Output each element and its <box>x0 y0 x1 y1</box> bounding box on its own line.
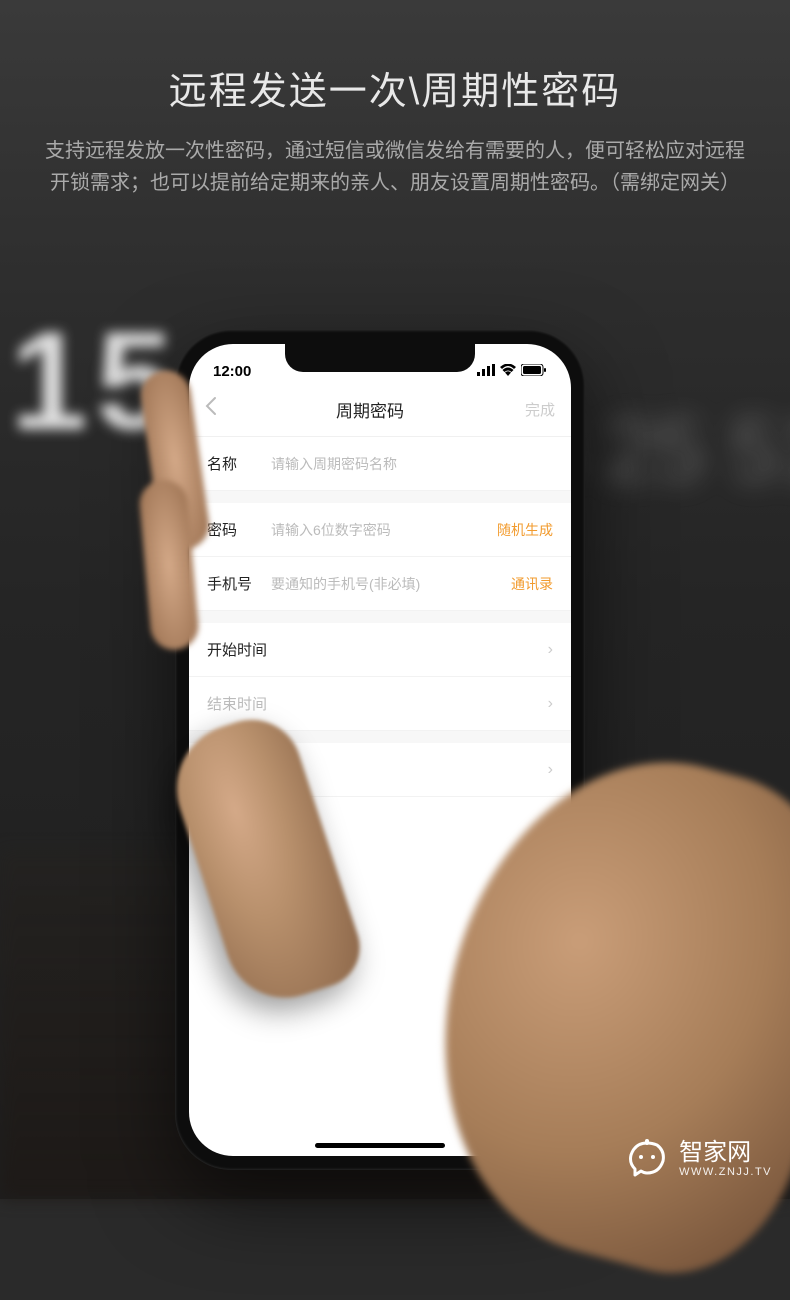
hero-description: 支持远程发放一次性密码，通过短信或微信发给有需要的人，便可轻松应对远程开锁需求；… <box>40 135 750 199</box>
password-input[interactable]: 请输入6位数字密码 <box>271 520 497 540</box>
watermark-text: 智家网 WWW.ZNJJ.TV <box>679 1140 772 1178</box>
start-time-row[interactable]: 开始时间 › <box>189 623 571 677</box>
section-gap <box>189 611 571 623</box>
name-label: 名称 <box>207 453 271 474</box>
watermark-logo-icon <box>625 1137 669 1181</box>
section-gap <box>189 491 571 503</box>
phone-notch <box>285 344 475 372</box>
hero-title: 远程发送一次\周期性密码 <box>0 60 790 115</box>
nav-title: 周期密码 <box>225 397 515 422</box>
password-row[interactable]: 密码 请输入6位数字密码 随机生成 <box>189 503 571 557</box>
watermark-name: 智家网 <box>679 1140 772 1166</box>
chevron-right-icon: › <box>548 761 553 779</box>
signal-icon <box>477 363 495 380</box>
phone-row[interactable]: 手机号 要通知的手机号(非必填) 通讯录 <box>189 557 571 611</box>
watermark: 智家网 WWW.ZNJJ.TV <box>625 1137 772 1181</box>
back-button[interactable] <box>205 396 225 422</box>
name-input[interactable]: 请输入周期密码名称 <box>271 454 553 474</box>
chevron-right-icon: › <box>548 695 553 713</box>
status-icons <box>477 363 547 380</box>
status-time: 12:00 <box>213 363 251 380</box>
password-label: 密码 <box>207 519 271 540</box>
random-generate-button[interactable]: 随机生成 <box>497 520 553 540</box>
end-time-label: 结束时间 <box>207 693 271 714</box>
phone-label: 手机号 <box>207 573 271 594</box>
name-row[interactable]: 名称 请输入周期密码名称 <box>189 437 571 491</box>
nav-bar: 周期密码 完成 <box>189 386 571 437</box>
home-indicator[interactable] <box>315 1143 445 1148</box>
watermark-url: WWW.ZNJJ.TV <box>679 1166 772 1178</box>
wifi-icon <box>500 363 516 380</box>
done-button[interactable]: 完成 <box>515 399 555 420</box>
chevron-right-icon: › <box>548 641 553 659</box>
battery-icon <box>521 363 547 380</box>
contacts-button[interactable]: 通讯录 <box>511 574 553 594</box>
phone-input[interactable]: 要通知的手机号(非必填) <box>271 574 511 594</box>
start-time-label: 开始时间 <box>207 639 271 660</box>
